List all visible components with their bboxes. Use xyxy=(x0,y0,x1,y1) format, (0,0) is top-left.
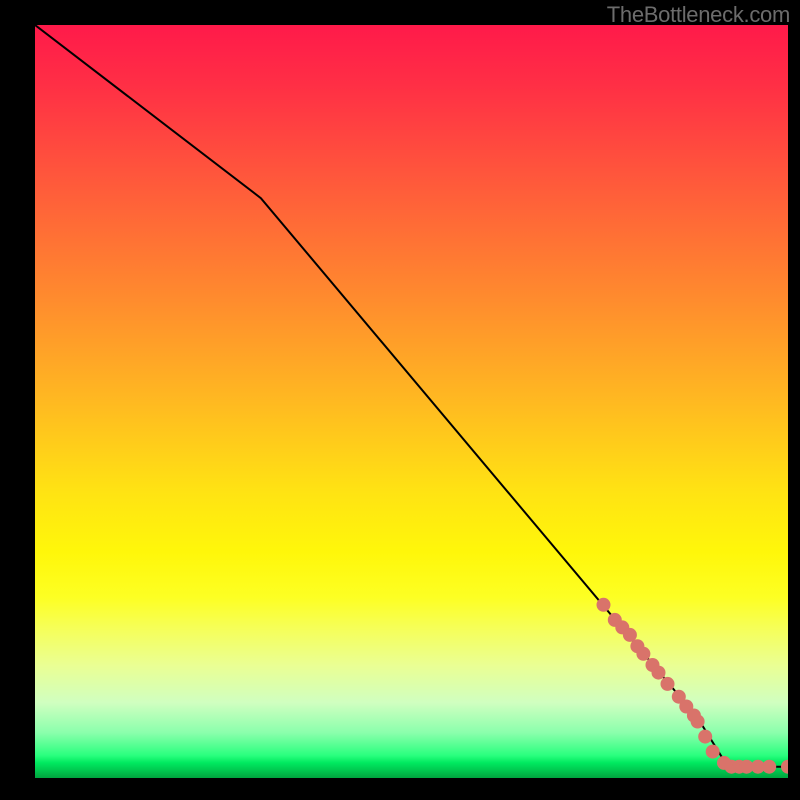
chart-frame: TheBottleneck.com xyxy=(0,0,800,800)
watermark-text: TheBottleneck.com xyxy=(607,2,790,28)
chart-gradient-background xyxy=(35,25,788,778)
